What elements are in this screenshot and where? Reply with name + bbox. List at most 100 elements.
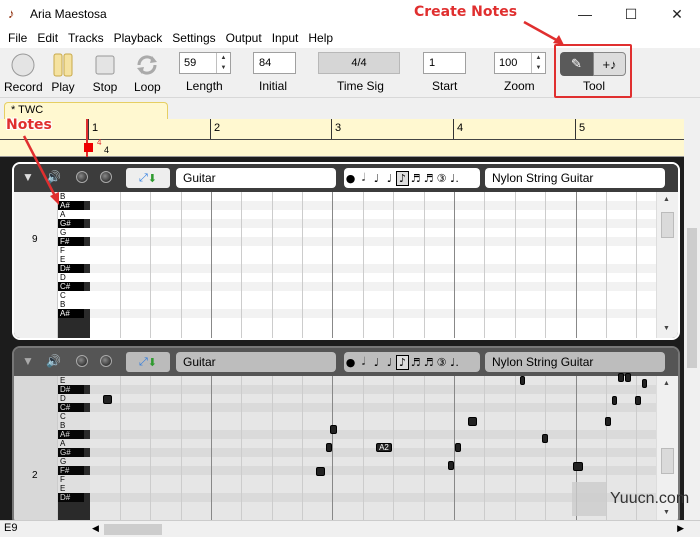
track-1-note-grid[interactable] — [90, 192, 656, 338]
midi-note[interactable] — [330, 425, 337, 434]
midi-note[interactable] — [520, 376, 525, 385]
track-knob-1[interactable] — [76, 355, 88, 367]
record-button[interactable]: Record — [4, 52, 43, 94]
main-scroll-thumb[interactable] — [687, 228, 697, 368]
play-button[interactable]: Play — [50, 52, 76, 94]
half-note-icon[interactable]: ♩ — [370, 172, 383, 185]
quarter-note-icon[interactable]: ♩ — [383, 356, 396, 369]
collapse-triangle-icon[interactable]: ▼ — [22, 354, 34, 368]
piano-key[interactable]: G# — [58, 448, 84, 457]
scroll-up-arrow-icon[interactable]: ▲ — [663, 196, 670, 203]
dot-icon[interactable]: ● — [344, 172, 357, 185]
main-vertical-scrollbar[interactable] — [684, 98, 700, 520]
piano-key[interactable]: D# — [58, 493, 84, 502]
midi-note[interactable] — [618, 373, 624, 382]
piano-key[interactable]: D — [58, 273, 90, 282]
piano-key[interactable]: B — [58, 300, 90, 309]
piano-key[interactable]: G — [58, 457, 90, 466]
track-1-instrument-field[interactable]: Guitar — [176, 168, 336, 188]
piano-key[interactable]: E — [58, 255, 90, 264]
half-note-icon[interactable]: ♩ — [370, 356, 383, 369]
piano-key[interactable]: G — [58, 228, 90, 237]
midi-note[interactable] — [635, 396, 641, 405]
loop-button[interactable]: Loop — [134, 52, 161, 94]
piano-key[interactable]: A — [58, 210, 90, 219]
eighth-note-icon[interactable]: ♪ — [396, 170, 409, 186]
menu-playback[interactable]: Playback — [109, 31, 168, 45]
piano-key[interactable]: B — [58, 421, 90, 430]
dotted-note-icon[interactable]: ♩. — [448, 356, 461, 369]
midi-note[interactable] — [103, 395, 112, 404]
length-up-arrow-icon[interactable]: ▲ — [217, 53, 230, 63]
horizontal-scroll-thumb[interactable] — [104, 524, 162, 535]
dot-icon[interactable]: ● — [344, 356, 357, 369]
volume-icon[interactable]: 🔊 — [46, 354, 61, 368]
piano-key[interactable]: C — [58, 412, 90, 421]
track-2-instrument-field[interactable]: Guitar — [176, 352, 336, 372]
scroll-down-arrow-icon[interactable]: ▼ — [663, 325, 670, 332]
scroll-up-arrow-icon[interactable]: ▲ — [663, 380, 670, 387]
piano-key[interactable]: D# — [58, 385, 84, 394]
initial-field[interactable]: 84 — [253, 52, 296, 74]
track-knob-1[interactable] — [76, 171, 88, 183]
midi-note[interactable] — [468, 417, 477, 426]
measure-ruler[interactable]: 1 2 3 4 5 4 4 — [0, 119, 700, 157]
midi-note[interactable] — [326, 443, 332, 452]
midi-note[interactable] — [448, 461, 454, 470]
track-1-sound-field[interactable]: Nylon String Guitar — [485, 168, 665, 188]
expand-download-button[interactable]: ⤢ ⬇ — [126, 352, 170, 372]
piano-key[interactable]: E — [58, 484, 90, 493]
whole-note-icon[interactable]: 𝅗𝅥 — [357, 355, 370, 369]
piano-key[interactable]: C# — [58, 403, 84, 412]
menu-settings[interactable]: Settings — [167, 31, 220, 45]
thirtysecond-note-icon[interactable]: ♬ — [422, 356, 435, 369]
expand-download-button[interactable]: ⤢ ⬇ — [126, 168, 170, 188]
length-stepper[interactable]: 59 ▲ ▼ — [179, 52, 231, 74]
menu-file[interactable]: File — [3, 31, 32, 45]
triplet-icon[interactable]: ③ — [435, 356, 448, 369]
dotted-note-icon[interactable]: ♩. — [448, 172, 461, 185]
thirtysecond-note-icon[interactable]: ♬ — [422, 172, 435, 185]
eighth-note-icon[interactable]: ♪ — [396, 354, 409, 370]
maximize-button[interactable]: ☐ — [608, 0, 654, 28]
length-down-arrow-icon[interactable]: ▼ — [217, 63, 230, 73]
piano-key[interactable]: A# — [58, 430, 84, 439]
piano-key[interactable]: F — [58, 246, 90, 255]
midi-note[interactable] — [316, 467, 325, 476]
midi-note-a2[interactable]: A2 — [376, 443, 392, 452]
scroll-thumb[interactable] — [661, 448, 674, 474]
piano-key[interactable]: A# — [58, 309, 84, 318]
scroll-right-arrow-icon[interactable]: ▶ — [677, 523, 684, 534]
midi-note[interactable] — [605, 417, 611, 426]
piano-key[interactable]: D — [58, 394, 90, 403]
quarter-note-icon[interactable]: ♩ — [383, 172, 396, 185]
midi-note[interactable] — [573, 462, 583, 471]
piano-key[interactable]: E — [58, 376, 90, 385]
piano-key[interactable]: F# — [58, 237, 84, 246]
menu-tracks[interactable]: Tracks — [63, 31, 109, 45]
piano-key[interactable]: A — [58, 439, 90, 448]
track-knob-2[interactable] — [100, 171, 112, 183]
menu-edit[interactable]: Edit — [32, 31, 63, 45]
close-button[interactable]: ✕ — [654, 0, 700, 28]
midi-note[interactable] — [642, 379, 647, 388]
piano-key[interactable]: D# — [58, 264, 84, 273]
midi-note[interactable] — [455, 443, 461, 452]
whole-note-icon[interactable]: 𝅗𝅥 — [357, 171, 370, 185]
triplet-icon[interactable]: ③ — [435, 172, 448, 185]
piano-key[interactable]: F# — [58, 466, 84, 475]
zoom-stepper[interactable]: 100 ▲ ▼ — [494, 52, 546, 74]
track-1-vertical-scrollbar[interactable]: ▲ ▼ — [656, 192, 678, 338]
piano-key[interactable]: C# — [58, 282, 84, 291]
zoom-down-arrow-icon[interactable]: ▼ — [532, 63, 545, 73]
stop-button[interactable]: Stop — [92, 52, 118, 94]
menu-help[interactable]: Help — [303, 31, 338, 45]
horizontal-scrollbar[interactable]: ◀ ▶ — [92, 523, 684, 536]
piano-key[interactable]: G# — [58, 219, 84, 228]
track-2-sound-field[interactable]: Nylon String Guitar — [485, 352, 665, 372]
zoom-up-arrow-icon[interactable]: ▲ — [532, 53, 545, 63]
sixteenth-note-icon[interactable]: ♬ — [409, 172, 422, 185]
midi-note[interactable] — [625, 373, 631, 382]
start-field[interactable]: 1 — [423, 52, 466, 74]
track-knob-2[interactable] — [100, 355, 112, 367]
